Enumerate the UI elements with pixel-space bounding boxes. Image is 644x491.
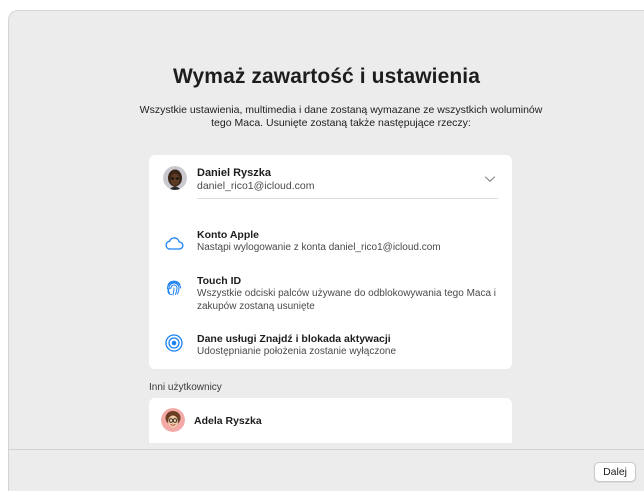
findmy-icon xyxy=(163,332,185,354)
items-to-erase-card: Daniel Ryszka daniel_rico1@icloud.com Ko… xyxy=(149,155,512,369)
chevron-down-icon[interactable] xyxy=(484,171,496,182)
account-row[interactable]: Daniel Ryszka daniel_rico1@icloud.com xyxy=(149,155,512,199)
next-button[interactable]: Dalej xyxy=(594,462,636,482)
item-description: Nastąpi wylogowanie z konta daniel_rico1… xyxy=(197,242,441,253)
page-title: Wymaż zawartość i ustawienia xyxy=(172,65,481,88)
other-users-label: Inni użytkownicy xyxy=(149,382,222,393)
item-title: Konto Apple xyxy=(197,229,260,241)
page-subtitle: Wszystkie ustawienia, multimedia i dane … xyxy=(139,104,543,129)
avatar xyxy=(163,166,187,190)
item-description: Wszystkie odciski palców używane do odbl… xyxy=(197,288,497,312)
avatar xyxy=(161,408,185,432)
footer-divider xyxy=(9,449,644,450)
erase-assistant-window: Wymaż zawartość i ustawienia Wszystkie u… xyxy=(8,10,644,491)
other-user-name: Adela Ryszka xyxy=(194,415,262,427)
other-user-row: Adela Ryszka xyxy=(149,398,512,443)
item-title: Touch ID xyxy=(197,275,242,287)
item-description: Udostępnianie położenia zostanie wyłączo… xyxy=(197,346,397,357)
item-title: Dane usługi Znajdź i blokada aktywacji xyxy=(197,333,391,345)
fingerprint-icon xyxy=(163,277,185,299)
cloud-icon xyxy=(163,232,185,254)
account-name: Daniel Ryszka xyxy=(197,167,271,179)
account-divider xyxy=(197,198,498,199)
account-email: daniel_rico1@icloud.com xyxy=(197,180,315,192)
